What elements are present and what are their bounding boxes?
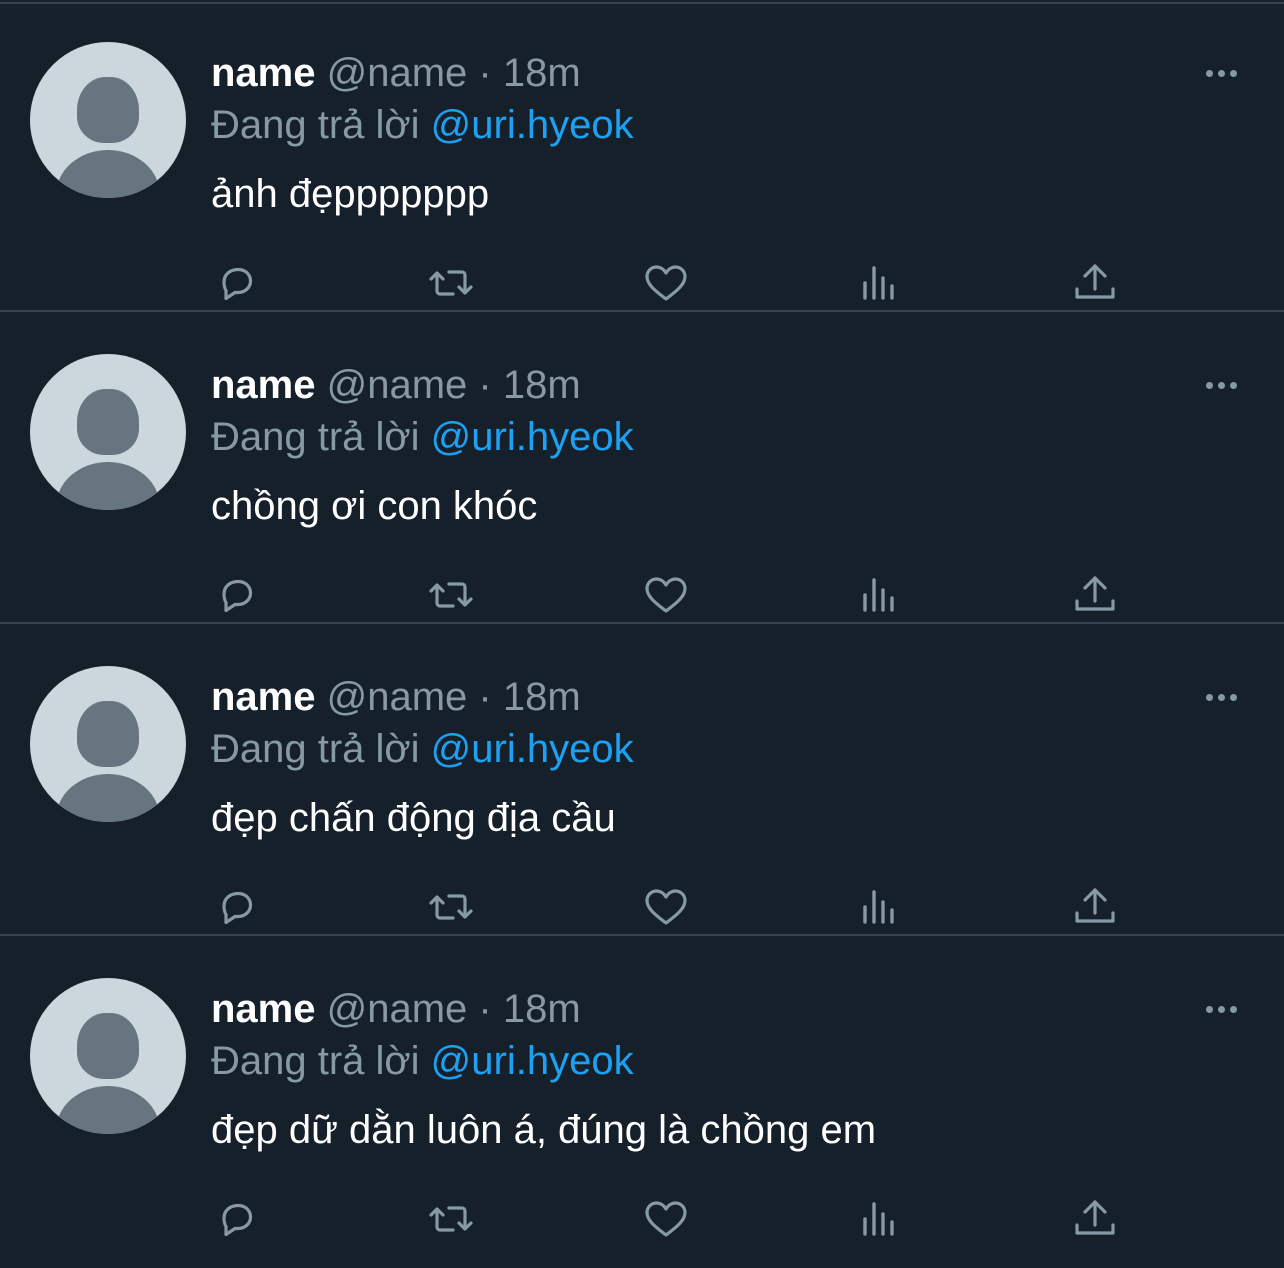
reply-tweet[interactable]: name @name · 18m Đang trả lời @uri.hyeok… — [0, 0, 1284, 312]
replying-to-label: Đang trả lời — [211, 103, 420, 147]
tweet-text: ảnh đẹppppppp — [211, 172, 490, 216]
avatar[interactable] — [30, 42, 186, 198]
analytics-icon[interactable] — [856, 258, 906, 308]
avatar[interactable] — [30, 978, 186, 1134]
mention-link[interactable]: @uri.hyeok — [431, 727, 634, 771]
retweet-icon[interactable] — [426, 882, 476, 932]
more-options-icon[interactable] — [1196, 994, 1246, 1024]
share-icon[interactable] — [1070, 882, 1120, 932]
replying-to-label: Đang trả lời — [211, 1039, 420, 1083]
user-handle[interactable]: @name — [327, 675, 468, 719]
avatar[interactable] — [30, 666, 186, 822]
separator-dot: · — [478, 51, 492, 95]
share-icon[interactable] — [1070, 570, 1120, 620]
more-options-icon[interactable] — [1196, 682, 1246, 712]
avatar[interactable] — [30, 354, 186, 510]
default-avatar-head — [77, 77, 139, 143]
display-name[interactable]: name — [211, 51, 316, 95]
tweet-text: đẹp chấn động địa cầu — [211, 796, 616, 840]
reply-icon[interactable] — [212, 882, 262, 932]
more-options-icon[interactable] — [1196, 58, 1246, 88]
reply-tweet[interactable]: name @name · 18m Đang trả lời @uri.hyeok… — [0, 936, 1284, 1248]
replying-to-label: Đang trả lời — [211, 727, 420, 771]
tweet-text: chồng ơi con khóc — [211, 484, 538, 528]
separator-dot: · — [478, 363, 492, 407]
timestamp[interactable]: 18m — [503, 51, 581, 95]
reply-icon[interactable] — [212, 258, 262, 308]
user-handle[interactable]: @name — [327, 51, 468, 95]
reply-tweet[interactable]: name @name · 18m Đang trả lời @uri.hyeok… — [0, 624, 1284, 936]
tweet-header: name @name · 18m — [211, 48, 581, 98]
display-name[interactable]: name — [211, 363, 316, 407]
reply-icon[interactable] — [212, 1194, 262, 1244]
like-icon[interactable] — [641, 1194, 691, 1244]
tweet-header: name @name · 18m — [211, 984, 581, 1034]
user-handle[interactable]: @name — [327, 363, 468, 407]
analytics-icon[interactable] — [856, 570, 906, 620]
analytics-icon[interactable] — [856, 882, 906, 932]
reply-tweet[interactable]: name @name · 18m Đang trả lời @uri.hyeok… — [0, 312, 1284, 624]
share-icon[interactable] — [1070, 1194, 1120, 1244]
retweet-icon[interactable] — [426, 570, 476, 620]
analytics-icon[interactable] — [856, 1194, 906, 1244]
default-avatar-body — [56, 150, 160, 198]
share-icon[interactable] — [1070, 258, 1120, 308]
replying-to: Đang trả lời @uri.hyeok — [211, 724, 634, 774]
default-avatar-body — [56, 774, 160, 822]
default-avatar-body — [56, 1086, 160, 1134]
more-options-icon[interactable] — [1196, 370, 1246, 400]
mention-link[interactable]: @uri.hyeok — [431, 415, 634, 459]
reply-icon[interactable] — [212, 570, 262, 620]
timestamp[interactable]: 18m — [503, 363, 581, 407]
like-icon[interactable] — [641, 882, 691, 932]
like-icon[interactable] — [641, 258, 691, 308]
timestamp[interactable]: 18m — [503, 987, 581, 1031]
display-name[interactable]: name — [211, 987, 316, 1031]
default-avatar-body — [56, 462, 160, 510]
like-icon[interactable] — [641, 570, 691, 620]
tweet-text: đẹp dữ dằn luôn á, đúng là chồng em — [211, 1108, 877, 1152]
replying-to: Đang trả lời @uri.hyeok — [211, 412, 634, 462]
retweet-icon[interactable] — [426, 1194, 476, 1244]
tweet-header: name @name · 18m — [211, 672, 581, 722]
separator-dot: · — [478, 675, 492, 719]
user-handle[interactable]: @name — [327, 987, 468, 1031]
replying-to-label: Đang trả lời — [211, 415, 420, 459]
default-avatar-head — [77, 701, 139, 767]
replying-to: Đang trả lời @uri.hyeok — [211, 1036, 634, 1086]
default-avatar-head — [77, 389, 139, 455]
mention-link[interactable]: @uri.hyeok — [431, 1039, 634, 1083]
retweet-icon[interactable] — [426, 258, 476, 308]
separator-dot: · — [478, 987, 492, 1031]
reply-feed: name @name · 18m Đang trả lời @uri.hyeok… — [0, 0, 1284, 1268]
display-name[interactable]: name — [211, 675, 316, 719]
tweet-header: name @name · 18m — [211, 360, 581, 410]
replying-to: Đang trả lời @uri.hyeok — [211, 100, 634, 150]
mention-link[interactable]: @uri.hyeok — [431, 103, 634, 147]
timestamp[interactable]: 18m — [503, 675, 581, 719]
default-avatar-head — [77, 1013, 139, 1079]
